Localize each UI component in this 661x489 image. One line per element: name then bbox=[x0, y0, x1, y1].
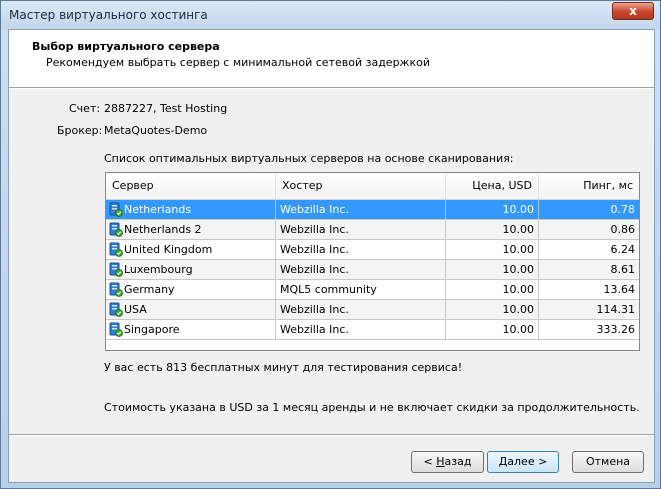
ping-cell: 6.24 bbox=[610, 243, 636, 256]
server-name: USA bbox=[124, 303, 147, 316]
price-cell: 10.00 bbox=[446, 320, 539, 339]
title-bar[interactable]: Мастер виртуального хостинга x bbox=[1, 1, 660, 29]
hoster-cell: Webzilla Inc. bbox=[276, 260, 446, 279]
table-row[interactable]: USA Webzilla Inc. 10.00 114.31 bbox=[106, 300, 639, 320]
server-name: Singapore bbox=[124, 323, 180, 336]
table-row[interactable]: Germany MQL5 community 10.00 13.64 bbox=[106, 280, 639, 300]
table-row[interactable]: Netherlands Webzilla Inc. 10.00 0.78 bbox=[106, 200, 639, 220]
header-divider bbox=[9, 87, 654, 89]
server-icon bbox=[109, 242, 123, 257]
price-cell: 10.00 bbox=[446, 300, 539, 319]
free-minutes-note: У вас есть 813 бесплатных минут для тест… bbox=[104, 361, 463, 374]
server-icon bbox=[109, 302, 123, 317]
price-cell: 10.00 bbox=[446, 260, 539, 279]
ping-cell: 114.31 bbox=[596, 303, 636, 316]
price-note: Стоимость указана в USD за 1 месяц аренд… bbox=[104, 401, 640, 414]
server-cell: Netherlands bbox=[106, 200, 276, 219]
hoster-cell: MQL5 community bbox=[276, 280, 446, 299]
cancel-button[interactable]: Отмена bbox=[572, 451, 644, 473]
server-icon bbox=[109, 322, 123, 337]
server-icon bbox=[109, 202, 123, 217]
server-name: United Kingdom bbox=[124, 243, 213, 256]
hoster-cell: Webzilla Inc. bbox=[276, 200, 446, 219]
price-cell: 10.00 bbox=[446, 220, 539, 239]
column-header-hoster[interactable]: Хостер bbox=[276, 173, 446, 199]
server-icon bbox=[109, 282, 123, 297]
table-row[interactable]: Singapore Webzilla Inc. 10.00 333.26 bbox=[106, 320, 639, 340]
ping-cell: 13.64 bbox=[603, 283, 636, 296]
column-header-ping[interactable]: Пинг, мс bbox=[539, 173, 639, 199]
account-value: 2887227, Test Hosting bbox=[104, 102, 228, 115]
next-button-mnemonic: Д bbox=[498, 455, 508, 468]
close-button[interactable]: x bbox=[612, 2, 654, 20]
server-name: Germany bbox=[124, 283, 175, 296]
server-cell: United Kingdom bbox=[106, 240, 276, 259]
server-cell: USA bbox=[106, 300, 276, 319]
column-header-server[interactable]: Сервер bbox=[106, 173, 276, 199]
wizard-client-area: Выбор виртуального сервера Рекомендуем в… bbox=[8, 29, 655, 483]
broker-label: Брокер: bbox=[57, 124, 103, 137]
ping-cell: 0.86 bbox=[610, 223, 636, 236]
server-list-caption: Список оптимальных виртуальных серверов … bbox=[104, 152, 514, 165]
back-button[interactable]: < Назад bbox=[411, 451, 484, 473]
server-name: Netherlands 2 bbox=[124, 223, 202, 236]
next-button[interactable]: Далее > bbox=[487, 451, 559, 473]
wizard-window: Мастер виртуального хостинга x Выбор вир… bbox=[0, 0, 661, 489]
window-title: Мастер виртуального хостинга bbox=[9, 8, 208, 22]
server-cell: Luxembourg bbox=[106, 260, 276, 279]
back-button-prefix: < bbox=[423, 455, 437, 468]
server-icon bbox=[109, 262, 123, 277]
table-header: Сервер Хостер Цена, USD Пинг, мс bbox=[106, 173, 639, 200]
ping-cell: 0.78 bbox=[610, 203, 636, 216]
hoster-cell: Webzilla Inc. bbox=[276, 220, 446, 239]
server-name: Luxembourg bbox=[124, 263, 193, 276]
price-cell: 10.00 bbox=[446, 240, 539, 259]
price-cell: 10.00 bbox=[446, 280, 539, 299]
server-name: Netherlands bbox=[124, 203, 192, 216]
wizard-header: Выбор виртуального сервера Рекомендуем в… bbox=[9, 30, 654, 87]
server-cell: Singapore bbox=[106, 320, 276, 339]
server-cell: Germany bbox=[106, 280, 276, 299]
price-cell: 10.00 bbox=[446, 200, 539, 219]
account-label: Счет: bbox=[69, 102, 101, 115]
server-table[interactable]: Сервер Хостер Цена, USD Пинг, мс Netherl… bbox=[105, 172, 640, 351]
broker-value: MetaQuotes-Demo bbox=[104, 124, 208, 137]
ping-cell: 8.61 bbox=[610, 263, 636, 276]
page-subtitle: Рекомендуем выбрать сервер с минимальной… bbox=[46, 56, 430, 69]
ping-cell: 333.26 bbox=[596, 323, 636, 336]
hoster-cell: Webzilla Inc. bbox=[276, 300, 446, 319]
table-row[interactable]: United Kingdom Webzilla Inc. 10.00 6.24 bbox=[106, 240, 639, 260]
table-row[interactable]: Netherlands 2 Webzilla Inc. 10.00 0.86 bbox=[106, 220, 639, 240]
back-button-rest: азад bbox=[444, 455, 472, 468]
page-title: Выбор виртуального сервера bbox=[32, 40, 220, 53]
hoster-cell: Webzilla Inc. bbox=[276, 240, 446, 259]
server-cell: Netherlands 2 bbox=[106, 220, 276, 239]
hoster-cell: Webzilla Inc. bbox=[276, 320, 446, 339]
column-header-price[interactable]: Цена, USD bbox=[446, 173, 539, 199]
server-icon bbox=[109, 222, 123, 237]
footer-divider bbox=[9, 434, 654, 436]
back-button-mnemonic: Н bbox=[436, 455, 445, 468]
table-row[interactable]: Luxembourg Webzilla Inc. 10.00 8.61 bbox=[106, 260, 639, 280]
next-button-rest: алее > bbox=[507, 455, 548, 468]
